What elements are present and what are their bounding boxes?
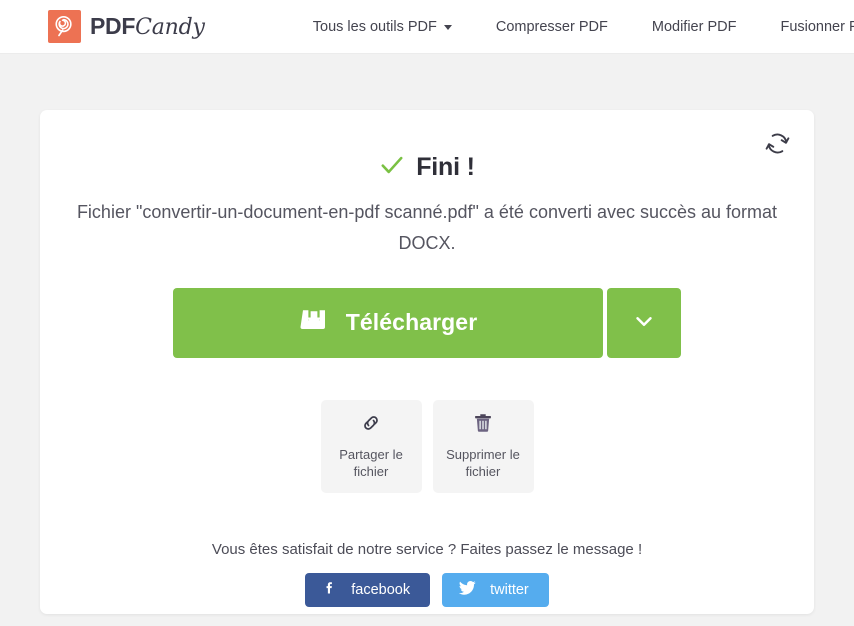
nav-item-label: Tous les outils PDF: [312, 18, 437, 35]
share-twitter-label: twitter: [490, 581, 529, 598]
logo-text-candy: Candy: [135, 14, 205, 40]
nav-item-modifier-pdf[interactable]: Modifier PDF: [630, 19, 759, 35]
download-button-label: Télécharger: [345, 309, 478, 336]
chevron-down-icon: [443, 25, 452, 30]
nav-item-fusionner-pdf[interactable]: Fusionner PDF: [758, 19, 854, 35]
nav-item-label: Fusionner PDF: [780, 18, 854, 35]
logo-text-pdf: PDF: [90, 12, 136, 39]
logo[interactable]: PDF Candy: [48, 10, 205, 43]
download-options-button[interactable]: [607, 287, 681, 358]
site-header: PDF Candy Tous les outils PDF Compresser …: [0, 0, 854, 54]
share-facebook-button[interactable]: facebook: [305, 572, 431, 607]
download-button-group: Télécharger: [173, 287, 681, 358]
share-file-label: Partager le fichier: [339, 446, 403, 480]
file-actions: Partager le fichier Supprimer le fichier: [74, 399, 780, 493]
result-description: Fichier "convertir-un-document-en-pdf sc…: [76, 202, 778, 253]
main-nav: Tous les outils PDF Compresser PDF Modif…: [291, 19, 854, 35]
share-facebook-label: facebook: [351, 581, 411, 598]
refresh-icon: [764, 130, 791, 160]
delete-file-label: Supprimer le fichier: [446, 446, 520, 480]
delete-file-button[interactable]: Supprimer le fichier: [432, 399, 534, 493]
nav-item-tous-les-outils-pdf[interactable]: Tous les outils PDF: [291, 19, 474, 35]
logo-wordmark: PDF Candy: [90, 12, 205, 40]
chevron-down-icon: [631, 308, 657, 337]
download-button[interactable]: Télécharger: [173, 287, 603, 358]
lollipop-icon: [48, 10, 81, 43]
result-card: Fini ! Fichier "convertir-un-document-en…: [40, 110, 814, 614]
page-body: Fini ! Fichier "convertir-un-document-en…: [0, 54, 854, 614]
download-tray-icon: [299, 306, 329, 339]
nav-item-label: Compresser PDF: [495, 18, 608, 35]
refresh-button[interactable]: [762, 130, 792, 160]
share-file-button[interactable]: Partager le fichier: [320, 399, 422, 493]
nav-item-compresser-pdf[interactable]: Compresser PDF: [474, 19, 630, 35]
nav-item-label: Modifier PDF: [651, 18, 737, 35]
facebook-icon: [321, 579, 338, 600]
trash-icon: [472, 412, 494, 437]
page-title: Fini !: [416, 153, 475, 181]
status-row: Fini !: [74, 152, 780, 183]
share-prompt: Vous êtes satisfait de notre service ? F…: [211, 540, 643, 558]
social-share-row: facebook twitter: [74, 572, 780, 607]
twitter-icon: [458, 578, 477, 601]
check-icon: [379, 152, 405, 183]
share-twitter-button[interactable]: twitter: [442, 572, 549, 607]
link-icon: [360, 412, 382, 437]
